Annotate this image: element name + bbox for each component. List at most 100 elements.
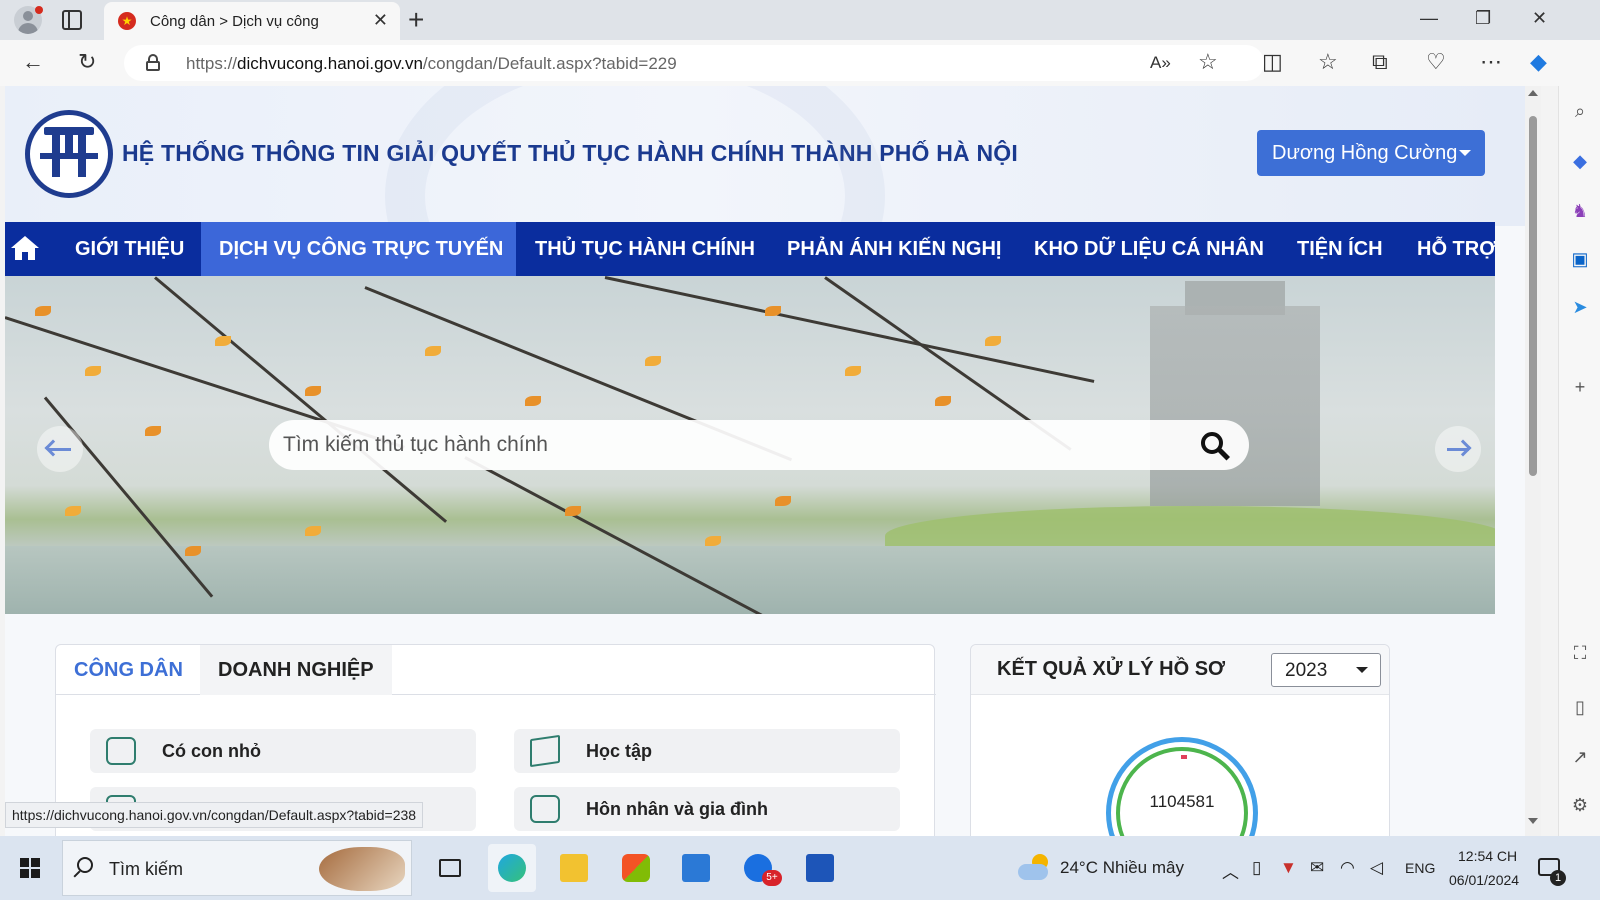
browser-tab[interactable]: ★ Công dân > Dịch vụ công ✕ — [104, 2, 400, 40]
site-title[interactable]: HỆ THỐNG THÔNG TIN GIẢI QUYẾT THỦ TỤC HÀ… — [122, 140, 1018, 167]
sidebar-open-external-icon[interactable]: ↗ — [1569, 746, 1591, 768]
address-bar[interactable]: https://dichvucong.hanoi.gov.vn/congdan/… — [124, 45, 1264, 81]
page-viewport: HỆ THỐNG THÔNG TIN GIẢI QUYẾT THỦ TỤC HÀ… — [5, 86, 1525, 848]
scroll-down-icon[interactable] — [1528, 818, 1538, 824]
favorites-icon[interactable]: ☆ — [1318, 50, 1338, 74]
sidebar-settings-icon[interactable]: ⚙ — [1569, 794, 1591, 816]
notification-icon[interactable]: 1 — [1538, 858, 1566, 886]
language-indicator[interactable]: ENG — [1405, 860, 1435, 876]
minimize-icon[interactable]: — — [1420, 8, 1438, 29]
slider-prev-button[interactable] — [37, 426, 83, 472]
child-icon — [106, 737, 136, 765]
nav-item-kho-du-lieu[interactable]: KHO DỮ LIỆU CÁ NHÂN — [1016, 222, 1282, 276]
more-menu-icon[interactable]: ⋯ — [1480, 50, 1502, 74]
wifi-icon[interactable]: ◠ — [1340, 858, 1355, 878]
sidebar-outlook-icon[interactable]: ▣ — [1569, 248, 1591, 270]
taskbar-edge[interactable] — [488, 844, 536, 892]
favorite-star-icon[interactable]: ☆ — [1198, 50, 1218, 74]
sidebar-games-icon[interactable]: ♞ — [1569, 200, 1591, 222]
sidebar-search-icon[interactable]: ⌕ — [1569, 100, 1591, 122]
services-tabs: CÔNG DÂN DOANH NGHIỆP — [56, 645, 936, 695]
leaf — [565, 506, 581, 516]
year-select[interactable]: 2023 — [1271, 653, 1381, 687]
home-icon[interactable] — [5, 222, 45, 276]
weather-text[interactable]: 24°C Nhiều mây — [1060, 858, 1184, 878]
url-text[interactable]: https://dichvucong.hanoi.gov.vn/congdan/… — [186, 54, 677, 74]
browser-essentials-icon[interactable]: ♡ — [1426, 50, 1446, 74]
user-name: Dương Hồng Cường — [1272, 142, 1458, 164]
task-view-button[interactable] — [426, 844, 474, 892]
windows-taskbar: Tìm kiếm 5+ 24°C Nhiều mây ︿ ▯ ▼ ✉ ◠ ◁ E… — [0, 836, 1600, 900]
hero-banner — [5, 276, 1495, 614]
clock-date[interactable]: 06/01/2024 — [1449, 872, 1519, 888]
tab-actions-icon[interactable] — [62, 10, 82, 30]
family-house-icon — [530, 795, 560, 823]
device-icon[interactable]: ▯ — [1252, 858, 1261, 878]
taskbar-zalo[interactable]: 5+ — [734, 844, 782, 892]
graduation-cap-icon — [530, 734, 560, 768]
procedure-search-input[interactable] — [283, 427, 1183, 463]
lock-icon[interactable] — [146, 54, 160, 71]
profile-notification-dot — [35, 6, 43, 14]
tab-cong-dan[interactable]: CÔNG DÂN — [56, 645, 201, 695]
nav-item-dich-vu-cong[interactable]: DỊCH VỤ CÔNG TRỰC TUYẾN — [201, 222, 516, 276]
sidebar-shopping-icon[interactable]: ◆ — [1569, 150, 1591, 172]
edge-sidebar: ⌕ ◆ ♞ ▣ ➤ + ⛶ ▯ ↗ ⚙ — [1558, 86, 1600, 848]
close-window-icon[interactable]: ✕ — [1532, 8, 1547, 29]
sidebar-send-icon[interactable]: ➤ — [1569, 296, 1591, 318]
nav-item-gioi-thieu[interactable]: GIỚI THIỆU — [57, 222, 202, 276]
taskbar-mail[interactable] — [672, 844, 720, 892]
taskbar-search-text: Tìm kiếm — [109, 859, 183, 879]
scroll-up-icon[interactable] — [1528, 90, 1538, 96]
leaf — [65, 506, 81, 516]
mail-icon — [682, 854, 710, 882]
leaf — [185, 546, 201, 556]
service-label: Học tập — [586, 741, 653, 761]
tab-close-icon[interactable]: ✕ — [373, 10, 388, 31]
nav-item-thu-tuc[interactable]: THỦ TỤC HÀNH CHÍNH — [517, 222, 773, 276]
slider-next-button[interactable] — [1435, 426, 1481, 472]
taskbar-search[interactable]: Tìm kiếm — [62, 840, 412, 896]
leaf — [775, 496, 791, 506]
show-hidden-icons[interactable]: ︿ — [1222, 858, 1239, 883]
tab-title: Công dân > Dịch vụ công — [150, 13, 319, 30]
nav-item-ho-tro[interactable]: HỖ TRỢ — [1399, 222, 1495, 276]
clock-time[interactable]: 12:54 CH — [1458, 848, 1517, 864]
user-menu-button[interactable]: Dương Hồng Cường — [1257, 130, 1485, 176]
windows-start-icon[interactable] — [20, 858, 40, 878]
leaf — [145, 426, 161, 436]
new-tab-icon[interactable]: + — [408, 4, 424, 36]
input-method-icon[interactable]: ✉ — [1310, 858, 1324, 878]
collections-icon[interactable]: ⧉ — [1372, 50, 1388, 74]
restore-icon[interactable]: ❐ — [1475, 8, 1491, 29]
nav-item-tien-ich[interactable]: TIỆN ÍCH — [1279, 222, 1401, 276]
antivirus-icon[interactable]: ▼ — [1280, 858, 1297, 878]
arrow-left-icon — [44, 439, 62, 457]
tab-doanh-nghiep[interactable]: DOANH NGHIỆP — [200, 645, 392, 695]
copilot-icon[interactable]: ◆ — [1530, 50, 1547, 74]
search-icon[interactable] — [1201, 432, 1231, 461]
word-icon — [806, 854, 834, 882]
taskbar-store[interactable] — [612, 844, 660, 892]
caret-down-icon — [1459, 150, 1471, 156]
scrollbar-thumb[interactable] — [1529, 116, 1537, 476]
split-screen-icon[interactable]: ◫ — [1262, 50, 1283, 74]
sidebar-add-icon[interactable]: + — [1569, 376, 1591, 398]
service-item-hoc-tap[interactable]: Học tập — [514, 729, 900, 773]
taskbar-file-explorer[interactable] — [550, 844, 598, 892]
refresh-icon[interactable]: ↻ — [78, 50, 96, 74]
nav-item-phan-anh[interactable]: PHẢN ÁNH KIẾN NGHỊ — [769, 222, 1019, 276]
notification-count: 1 — [1550, 870, 1566, 886]
back-icon[interactable]: ← — [22, 50, 44, 74]
sidebar-panel-icon[interactable]: ▯ — [1569, 696, 1591, 718]
taskbar-word[interactable] — [796, 844, 844, 892]
page-scrollbar[interactable] — [1525, 86, 1541, 848]
hanoi-logo-icon[interactable] — [25, 110, 113, 198]
sidebar-screenshot-icon[interactable]: ⛶ — [1569, 642, 1591, 664]
service-item-co-con-nho[interactable]: Có con nhỏ — [90, 729, 476, 773]
volume-icon[interactable]: ◁ — [1370, 858, 1383, 878]
read-aloud-icon[interactable]: A» — [1150, 51, 1171, 75]
service-item-hon-nhan[interactable]: Hôn nhân và gia đình — [514, 787, 900, 831]
leaf — [765, 306, 781, 316]
results-title: KẾT QUẢ XỬ LÝ HỒ SƠ — [997, 658, 1226, 680]
